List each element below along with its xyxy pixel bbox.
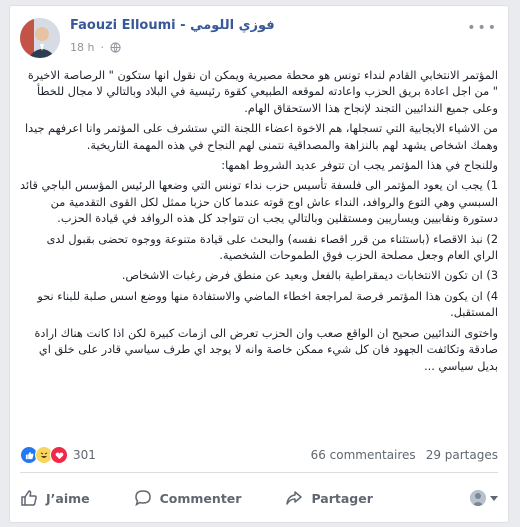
profile-selector[interactable] <box>470 490 498 506</box>
post-paragraph: 1) يجب ان يعود المؤتمر الى فلسفة تأسيس ح… <box>20 179 498 226</box>
divider <box>20 472 498 473</box>
reactions-summary[interactable]: 301 <box>20 446 96 464</box>
chevron-down-icon <box>490 495 498 501</box>
post-paragraph: واختوى الندائيين صحيح ان الواقع صعب وان … <box>34 326 499 373</box>
author-avatar[interactable] <box>20 18 60 58</box>
avatar-image <box>20 18 60 58</box>
share-label: Partager <box>311 490 373 506</box>
dot-separator: · <box>100 41 104 54</box>
post-paragraph: وللنجاح في هذا المؤتمر يجب ان تتوفر عديد… <box>221 159 498 173</box>
comment-button[interactable]: Commenter <box>134 489 242 507</box>
more-options-icon[interactable]: ••• <box>467 20 498 36</box>
share-icon <box>286 491 303 505</box>
post-time[interactable]: 18 h <box>70 41 94 54</box>
post-paragraph: 4) ان يكون هذا المؤتمر فرصة لمراجعة اخطا… <box>37 289 498 320</box>
comments-count[interactable]: 66 commentaires <box>311 448 416 462</box>
like-button[interactable]: J’aime <box>20 489 90 507</box>
author-name[interactable]: Faouzi Elloumi - فوزي اللومي <box>70 18 275 33</box>
like-label: J’aime <box>46 490 90 506</box>
reaction-count: 301 <box>73 448 96 462</box>
post-header: Faouzi Elloumi - فوزي اللومي 18 h · ••• <box>10 6 508 64</box>
post-card: Faouzi Elloumi - فوزي اللومي 18 h · ••• … <box>9 5 509 523</box>
post-paragraph: من الاشياء الايجابية التي تسجلها، هم الا… <box>25 122 498 152</box>
comment-label: Commenter <box>159 490 242 506</box>
post-stats: 301 66 commentaires 29 partages <box>20 444 498 466</box>
post-paragraph: 2) نبذ الاقصاء (باستثناء من قرر اقصاء نف… <box>46 232 498 263</box>
globe-icon[interactable] <box>110 42 121 53</box>
love-icon <box>50 446 68 464</box>
post-paragraph: 3) ان تكون الانتخابات ديمقراطية بالفعل و… <box>121 269 498 283</box>
comment-icon <box>134 490 151 507</box>
thumbs-up-icon <box>21 490 37 506</box>
share-button[interactable]: Partager <box>285 489 373 507</box>
post-paragraph: المؤتمر الانتخابي القادم لنداء تونس هو م… <box>27 69 498 115</box>
post-content: المؤتمر الانتخابي القادم لنداء تونس هو م… <box>20 68 498 379</box>
mini-avatar <box>470 490 486 506</box>
shares-count[interactable]: 29 partages <box>426 448 498 462</box>
post-meta: 18 h · <box>70 41 121 54</box>
action-bar: J’aime Commenter Partager <box>20 481 498 515</box>
